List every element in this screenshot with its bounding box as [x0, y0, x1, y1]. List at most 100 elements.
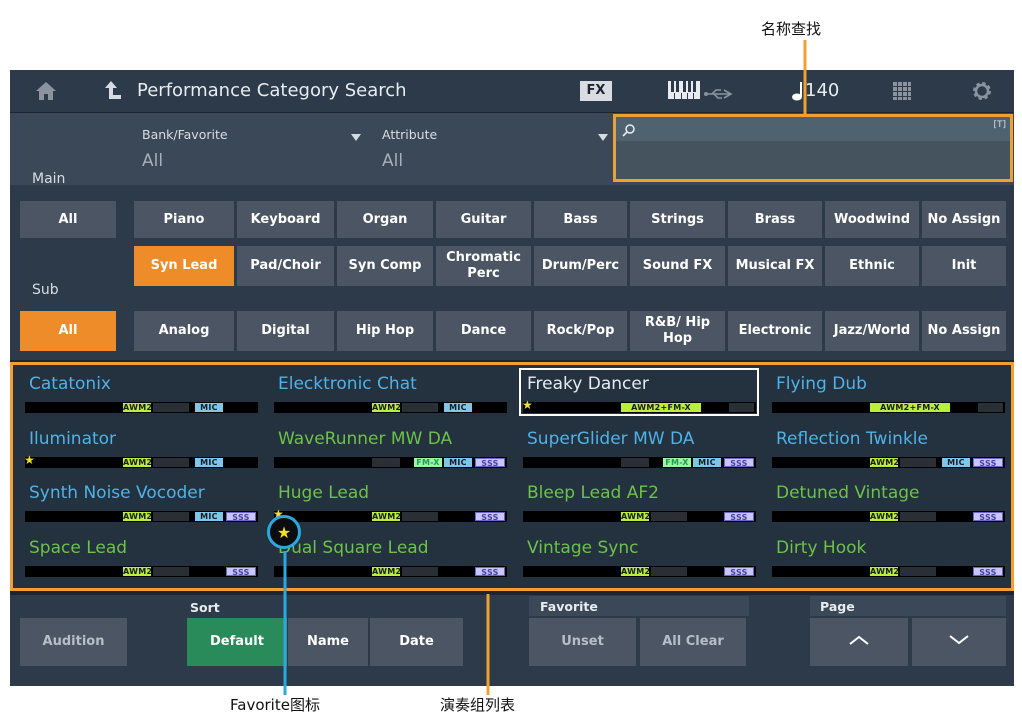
sub-category-1-button[interactable]: Pad/Choir — [237, 246, 334, 286]
sub-4-button[interactable]: Rock/Pop — [534, 311, 627, 351]
tag-empty — [900, 512, 936, 521]
main-category-4-button[interactable]: Bass — [534, 201, 627, 238]
tag-empty — [651, 512, 687, 521]
performance-item[interactable]: SuperGlider MW DA FM-X MIC SSS — [513, 422, 762, 477]
tag-awm: AWM2 — [123, 566, 153, 576]
performance-item[interactable]: Iluminator ★ AWM2 MIC — [15, 422, 264, 477]
text-input-mode-indicator: [T] — [993, 120, 1006, 130]
keyboard-icon[interactable] — [668, 81, 700, 99]
tag-awm: AWM2 — [123, 457, 153, 467]
main-category-1-button[interactable]: Keyboard — [237, 201, 334, 238]
sub-1-button[interactable]: Digital — [237, 311, 334, 351]
back-arrow-icon[interactable] — [103, 79, 125, 103]
sort-default-button[interactable]: Default — [187, 618, 287, 666]
performance-attribute-bar: AWM2 SSS — [523, 565, 756, 577]
performance-item[interactable]: Synth Noise Vocoder AWM2 MIC SSS — [15, 476, 264, 531]
sub-5-button[interactable]: R&B/ Hip Hop — [630, 311, 725, 351]
search-input-area — [616, 141, 1010, 179]
main-category-3-button[interactable]: Guitar — [436, 201, 531, 238]
tag-awm: AWM2+FM-X — [870, 403, 950, 412]
tag-mic: MIC — [195, 457, 223, 467]
favorite-icon-highlight: ★ — [267, 515, 301, 549]
sub-category-2-button[interactable]: Syn Comp — [337, 246, 433, 286]
performance-name: SuperGlider MW DA — [527, 428, 695, 449]
main-category-6-button[interactable]: Brass — [728, 201, 822, 238]
main-category-2-button[interactable]: Organ — [337, 201, 433, 238]
performance-name: Space Lead — [29, 537, 128, 558]
main-category-5-button[interactable]: Strings — [630, 201, 725, 238]
main-no-assign-button[interactable]: No Assign — [922, 201, 1006, 238]
bank-favorite-dropdown[interactable]: Bank/Favorite All — [134, 121, 367, 183]
init-button[interactable]: Init — [922, 246, 1006, 286]
performance-attribute-bar: ★ AWM2 SSS — [273, 508, 507, 522]
main-category-0-button[interactable]: Piano — [134, 201, 234, 238]
page-up-button[interactable] — [810, 618, 908, 666]
sort-date-button[interactable]: Date — [370, 618, 463, 666]
sub-category-6-button[interactable]: Musical FX — [728, 246, 822, 286]
performance-item[interactable]: Huge Lead ★ AWM2 SSS — [264, 476, 513, 531]
tag-ssv: SSS — [226, 566, 256, 577]
performance-item[interactable]: Bleep Lead AF2 AWM2 SSS — [513, 476, 762, 531]
performance-attribute-bar: AWM2 SSS — [523, 511, 756, 522]
tag-empty — [729, 403, 754, 412]
search-field[interactable]: [T] — [613, 114, 1013, 182]
page-down-button[interactable] — [912, 618, 1006, 666]
attribute-dropdown[interactable]: Attribute All — [374, 121, 612, 183]
sub-7-button[interactable]: Jazz/World — [825, 311, 919, 351]
sub-category-0-button[interactable]: Syn Lead — [134, 246, 234, 286]
performance-item[interactable]: Freaky Dancer ★ AWM2+FM-X — [513, 367, 762, 422]
chevron-down-icon — [598, 127, 608, 141]
sub-category-3-button[interactable]: Chromatic Perc — [436, 246, 531, 286]
performance-attribute-bar: AWM2 MIC SSS — [772, 456, 1005, 468]
tag-mic: MIC — [693, 457, 721, 467]
sub-category-7-button[interactable]: Ethnic — [825, 246, 919, 286]
performance-name: Dirty Hook — [776, 537, 867, 558]
favorite-label: Favorite — [540, 599, 598, 614]
sub-6-button[interactable]: Electronic — [728, 311, 822, 351]
main-category-7-button[interactable]: Woodwind — [825, 201, 919, 238]
sub-3-button[interactable]: Dance — [436, 311, 531, 351]
attribute-label: Attribute — [382, 127, 438, 142]
performance-item[interactable]: Elecktronic Chat AWM2 MIC — [264, 367, 513, 422]
tempo-note-icon — [790, 80, 804, 102]
home-icon[interactable] — [34, 80, 58, 102]
performance-name: WaveRunner MW DA — [278, 428, 453, 449]
attribute-value: All — [382, 151, 404, 171]
performance-item[interactable]: Dual Square Lead AWM2 SSS — [264, 531, 513, 586]
sub-all-button[interactable]: All — [20, 311, 116, 351]
performance-attribute-bar: AWM2 MIC — [274, 402, 507, 413]
performance-name: Flying Dub — [776, 374, 867, 394]
performance-name: Freaky Dancer — [527, 374, 649, 394]
main-all-button[interactable]: All — [20, 201, 116, 238]
device-screen: Performance Category Search FX 140 Main … — [10, 70, 1014, 686]
favorite-all-clear-button[interactable]: All Clear — [640, 618, 746, 666]
performance-name: Catatonix — [29, 374, 111, 394]
tag-fmx: FM-X — [414, 457, 442, 467]
sub-no-assign-button[interactable]: No Assign — [922, 311, 1006, 351]
chevron-up-icon — [848, 634, 870, 651]
performance-item[interactable]: Flying Dub AWM2+FM-X — [762, 367, 1011, 422]
sub-category-5-button[interactable]: Sound FX — [630, 246, 725, 286]
tempo-value[interactable]: 140 — [805, 70, 839, 112]
performance-item[interactable]: Catatonix AWM2 MIC — [15, 367, 264, 422]
performance-item[interactable]: Reflection Twinkle AWM2 MIC SSS — [762, 422, 1011, 477]
settings-gear-icon[interactable] — [971, 80, 993, 102]
grid-menu-icon[interactable] — [893, 82, 911, 100]
performance-item[interactable]: Detuned Vintage AWM2 SSS — [762, 476, 1011, 531]
sort-name-button[interactable]: Name — [288, 618, 368, 666]
performance-attribute-bar: FM-X MIC SSS — [274, 456, 507, 468]
sub-2-button[interactable]: Hip Hop — [337, 311, 433, 351]
tag-awm: AWM2 — [621, 566, 651, 576]
fx-indicator[interactable]: FX — [580, 81, 612, 101]
sub-category-4-button[interactable]: Drum/Perc — [534, 246, 627, 286]
performance-item[interactable]: Dirty Hook AWM2 SSS — [762, 531, 1011, 586]
bank-favorite-value: All — [142, 151, 164, 171]
performance-item[interactable]: Space Lead AWM2 SSS — [15, 531, 264, 586]
sub-0-button[interactable]: Analog — [134, 311, 234, 351]
audition-button[interactable]: Audition — [20, 618, 127, 666]
tag-empty — [402, 512, 438, 521]
performance-item[interactable]: Vintage Sync AWM2 SSS — [513, 531, 762, 586]
search-icon — [622, 122, 636, 137]
performance-item[interactable]: WaveRunner MW DA FM-X MIC SSS — [264, 422, 513, 477]
favorite-unset-button[interactable]: Unset — [529, 618, 636, 666]
